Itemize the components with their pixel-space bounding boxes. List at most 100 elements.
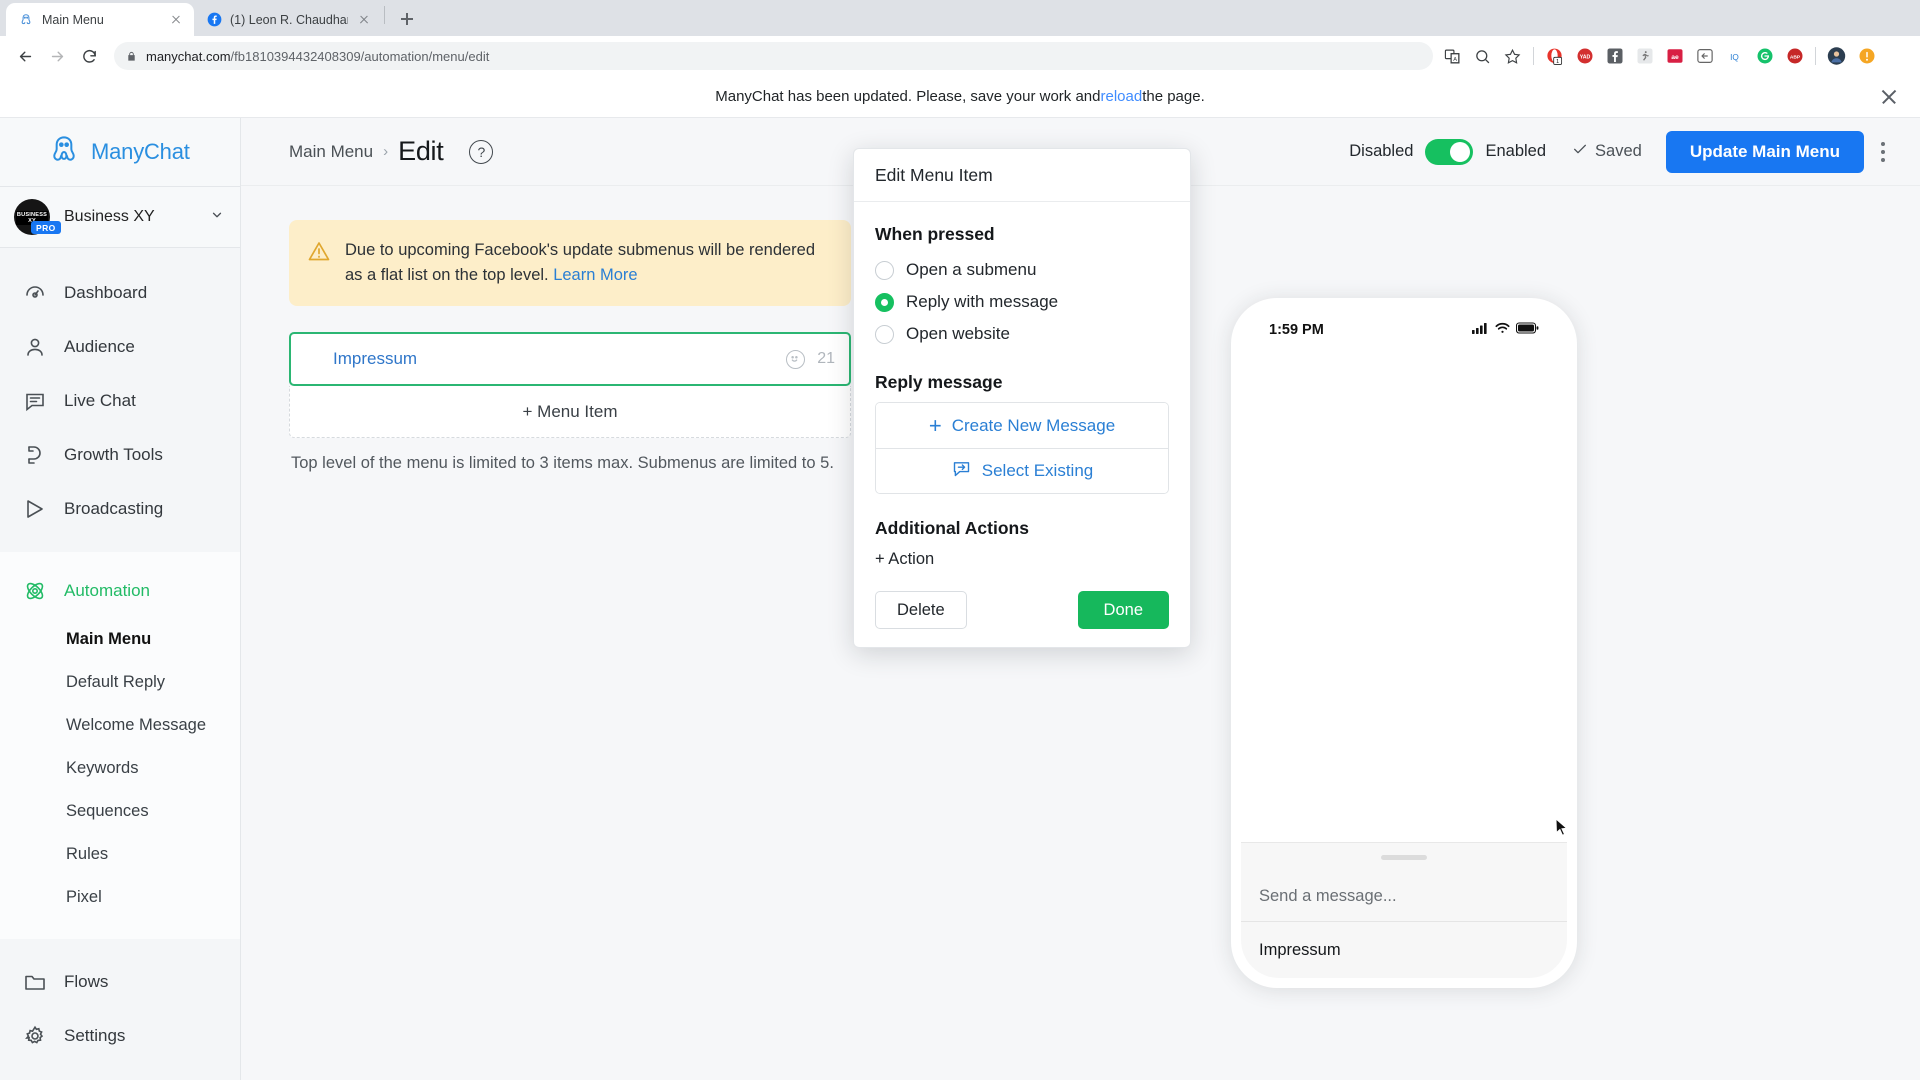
facebook-icon[interactable] [1605, 47, 1624, 66]
menu-item-input[interactable]: Impressum [333, 349, 417, 369]
menu-item-row[interactable]: Impressum 21 [289, 332, 851, 387]
zoom-icon[interactable] [1473, 47, 1492, 66]
phone-menu-entry[interactable]: Impressum [1241, 922, 1567, 978]
radio-icon-selected[interactable] [875, 292, 894, 312]
delete-button[interactable]: Delete [875, 591, 967, 629]
bookmark-star-icon[interactable] [1503, 47, 1522, 66]
radio-label: Open website [906, 324, 1010, 343]
sidebar-subitem-default-reply[interactable]: Default Reply [0, 661, 240, 704]
sidebar-subitem-sequences[interactable]: Sequences [0, 790, 240, 833]
toolbar-divider [1533, 47, 1534, 65]
select-existing-button[interactable]: Select Existing [876, 448, 1168, 493]
sidebar-item-audience[interactable]: Audience [0, 320, 240, 374]
translate-icon[interactable]: A [1443, 47, 1462, 66]
sidebar-subitem-main-menu[interactable]: Main Menu [0, 618, 240, 661]
chrome-menu-icon[interactable] [1887, 47, 1906, 66]
sidebar-item-label: Dashboard [64, 283, 148, 302]
drag-handle[interactable] [1381, 855, 1427, 860]
toggle-knob [1450, 141, 1471, 162]
help-icon[interactable]: ? [469, 139, 494, 164]
browser-tab-title: Main Menu [42, 12, 104, 27]
radio-icon[interactable] [875, 324, 894, 344]
address-bar[interactable]: manychat.com/fb1810394432408309/automati… [114, 42, 1433, 70]
sidebar-item-dashboard[interactable]: Dashboard [0, 266, 240, 320]
edit-menu-item-popover: Edit Menu Item When pressed Open a subme… [853, 148, 1191, 648]
person-icon [22, 334, 48, 360]
page-title: Edit [398, 136, 444, 166]
radio-option-open-submenu[interactable]: Open a submenu [875, 254, 1169, 286]
adblock-icon[interactable]: ABP [1785, 47, 1804, 66]
tab-close-icon[interactable] [356, 12, 372, 28]
create-new-message-button[interactable]: + Create New Message [876, 403, 1168, 448]
app-root: ManyChat BUSINESS XY PRO Business XY Das… [0, 118, 1920, 1080]
reload-link[interactable]: reload [1100, 88, 1142, 105]
more-options-icon[interactable] [1870, 131, 1896, 173]
new-tab-button[interactable] [393, 5, 421, 33]
breadcrumb[interactable]: Main Menu [289, 142, 373, 162]
ae-icon[interactable]: ae [1665, 47, 1684, 66]
learn-more-link[interactable]: Learn More [553, 266, 637, 284]
close-icon[interactable] [1880, 88, 1898, 106]
opera-badge-icon[interactable]: 1 [1545, 47, 1564, 66]
browser-tab-main-menu[interactable]: Main Menu [6, 3, 194, 36]
brand-logo[interactable]: ManyChat [0, 118, 240, 186]
sidebar-group-secondary: Flows Settings Templates [0, 939, 240, 1080]
sidebar-item-live-chat[interactable]: Live Chat [0, 374, 240, 428]
sidebar-subitem-welcome-message[interactable]: Welcome Message [0, 704, 240, 747]
sidebar-subitem-rules[interactable]: Rules [0, 833, 240, 876]
sidebar-subitem-keywords[interactable]: Keywords [0, 747, 240, 790]
grammarly-icon[interactable] [1755, 47, 1774, 66]
additional-actions-label: Additional Actions [875, 518, 1029, 538]
back-icon[interactable] [10, 41, 40, 71]
magnet-icon [22, 442, 48, 468]
toggle-disabled-label: Disabled [1349, 142, 1414, 160]
browser-tabstrip: Main Menu (1) Leon R. Chaudhari | Facebo [0, 0, 1920, 36]
update-alert-icon[interactable] [1857, 47, 1876, 66]
enable-toggle[interactable] [1425, 138, 1474, 165]
sidebar-group-automation: Automation Main Menu Default Reply Welco… [0, 552, 240, 939]
phone-send-message-field[interactable]: Send a message... [1241, 872, 1567, 922]
add-menu-item-button[interactable]: + Menu Item [289, 386, 851, 439]
sidebar-item-settings[interactable]: Settings [0, 1009, 240, 1063]
notification-text-before: ManyChat has been updated. Please, save … [715, 88, 1101, 105]
radio-label: Reply with message [906, 292, 1059, 311]
tab-close-icon[interactable] [168, 12, 184, 28]
manychat-octopus-icon [48, 134, 80, 171]
radio-icon[interactable] [875, 260, 894, 280]
sidebar-item-growth-tools[interactable]: Growth Tools [0, 428, 240, 482]
sidebar-item-label: Broadcasting [64, 499, 164, 518]
phone-screen: 1:59 PM Send a message... Impressum [1241, 308, 1567, 978]
done-button[interactable]: Done [1077, 591, 1169, 629]
sidebar-item-flows[interactable]: Flows [0, 955, 240, 1009]
sidebar-subitem-pixel[interactable]: Pixel [0, 876, 240, 919]
forward-icon[interactable] [42, 41, 72, 71]
sidebar-item-label: Audience [64, 337, 135, 356]
sidebar-subitem-label: Main Menu [66, 630, 152, 648]
svg-text:1: 1 [1556, 59, 1559, 65]
browser-tab-facebook[interactable]: (1) Leon R. Chaudhari | Facebo [194, 3, 382, 36]
sidebar-item-broadcasting[interactable]: Broadcasting [0, 482, 240, 536]
sidebar-item-automation[interactable]: Automation [0, 564, 240, 618]
radio-option-reply-with-message[interactable]: Reply with message [875, 286, 1169, 318]
sidebar-item-label: Automation [64, 581, 150, 600]
radio-option-open-website[interactable]: Open website [875, 318, 1169, 350]
add-action-button[interactable]: + Action [875, 550, 1169, 569]
brand-name: ManyChat [91, 139, 190, 164]
reload-icon[interactable] [74, 41, 104, 71]
iq-icon[interactable]: IQ [1725, 47, 1744, 66]
pro-badge: PRO [31, 221, 61, 234]
update-main-menu-button[interactable]: Update Main Menu [1665, 130, 1864, 173]
runner-icon[interactable] [1635, 47, 1654, 66]
account-switcher[interactable]: BUSINESS XY PRO Business XY [0, 186, 240, 248]
profile-avatar[interactable] [1827, 47, 1846, 66]
phone-time: 1:59 PM [1269, 322, 1324, 338]
pocket-icon[interactable] [1695, 47, 1714, 66]
sidebar-item-templates[interactable]: Templates [0, 1063, 240, 1080]
emoji-icon[interactable] [786, 349, 806, 369]
yad-icon[interactable]: YAD [1575, 47, 1594, 66]
update-notification-bar: ManyChat has been updated. Please, save … [0, 76, 1920, 118]
phone-grabber-area[interactable] [1241, 842, 1567, 872]
sidebar-subitem-label: Rules [66, 845, 109, 863]
svg-text:YAD: YAD [1579, 54, 1590, 60]
phone-preview: 1:59 PM Send a message... Impressum [1231, 298, 1577, 988]
